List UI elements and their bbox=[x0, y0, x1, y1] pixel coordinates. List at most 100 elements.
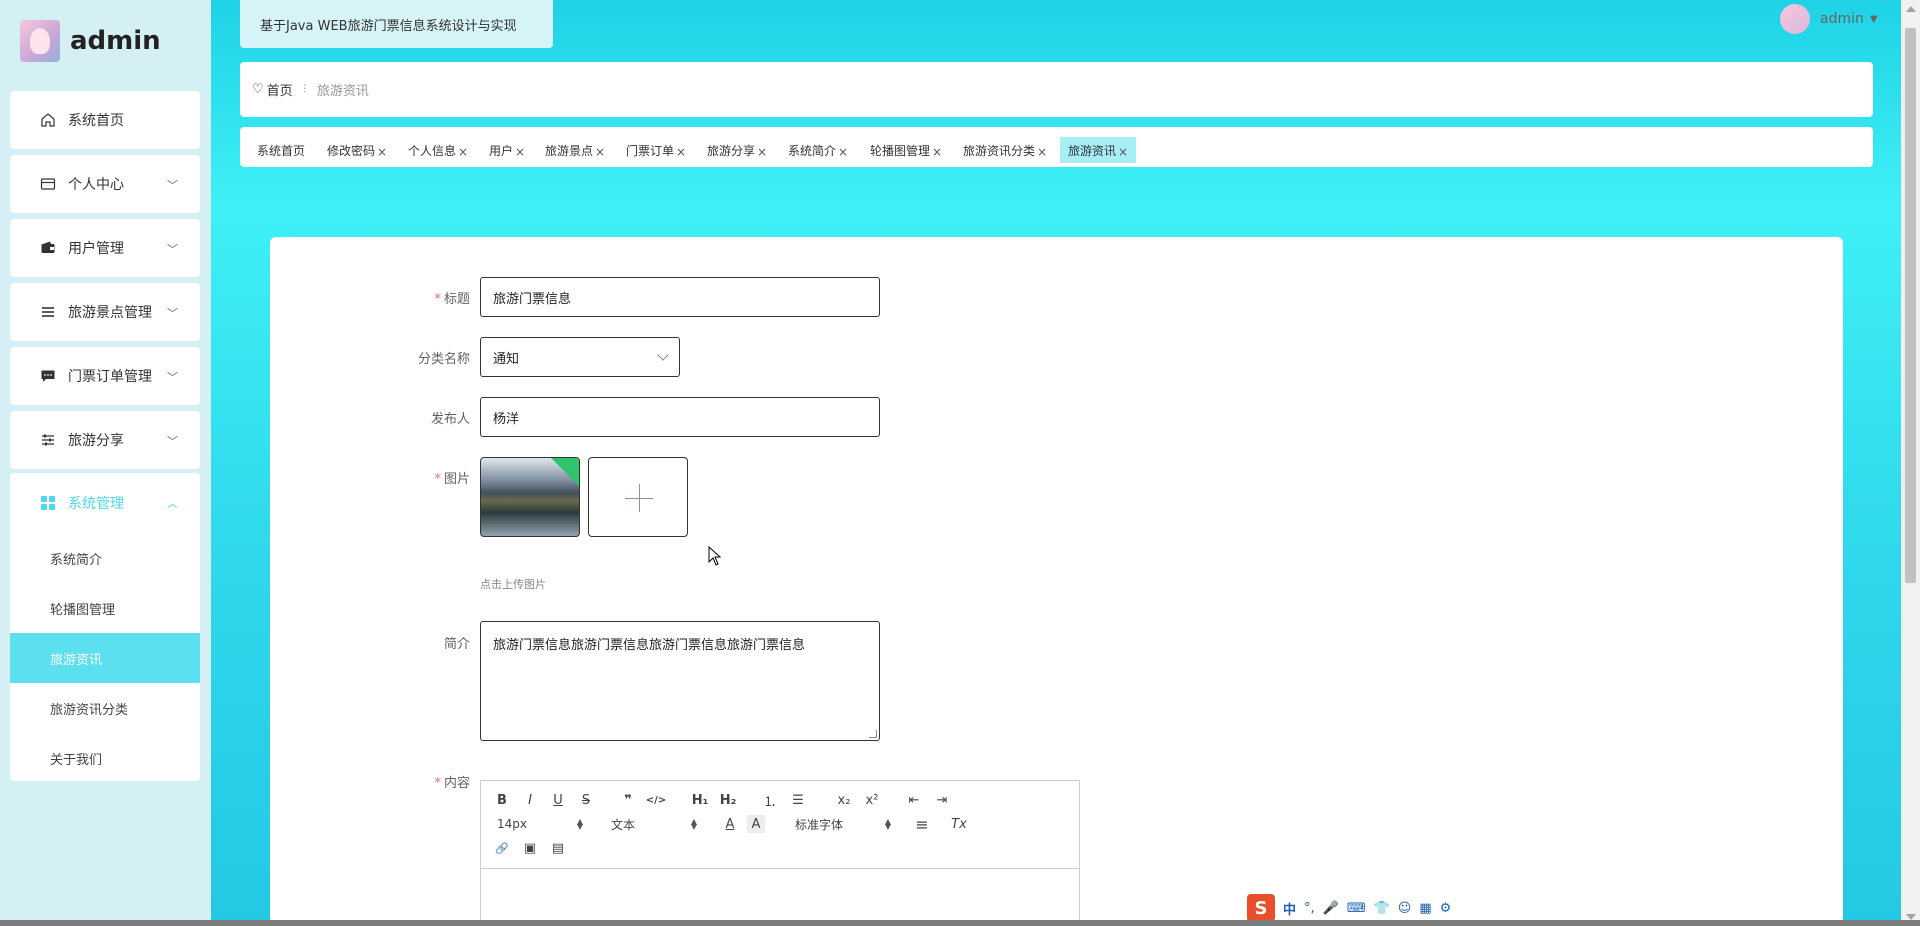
h2-button[interactable]: H₂ bbox=[717, 791, 739, 809]
user-menu[interactable]: admin ▼ bbox=[1780, 4, 1878, 34]
sidebar-subitem-intro[interactable]: 系统简介 bbox=[10, 533, 200, 583]
sidebar-subitem-news[interactable]: 旅游资讯 bbox=[10, 633, 200, 683]
text-style-select[interactable]: 文本 ▲ ▼ bbox=[611, 815, 697, 833]
tab-label: 门票订单 bbox=[626, 144, 675, 158]
breadcrumb-separator: ⁝ bbox=[302, 82, 307, 97]
scroll-up-icon[interactable] bbox=[1906, 6, 1916, 12]
tab-label: 轮播图管理 bbox=[870, 144, 931, 158]
tab-orders[interactable]: 门票订单 × bbox=[626, 137, 686, 163]
close-icon[interactable]: × bbox=[838, 145, 848, 159]
category-select[interactable]: 通知 bbox=[480, 337, 680, 377]
video-button[interactable]: ▤ bbox=[549, 839, 567, 857]
microphone-icon[interactable]: 🎤 bbox=[1323, 901, 1339, 916]
sidebar-item-personal[interactable]: 个人中心 ﹀ bbox=[10, 155, 200, 213]
bold-button[interactable]: B bbox=[493, 791, 511, 809]
grid-icon bbox=[40, 495, 56, 511]
sidebar-item-label: 个人中心 bbox=[68, 177, 124, 193]
text-style-value: 文本 bbox=[611, 817, 636, 832]
category-value: 通知 bbox=[493, 351, 520, 367]
sidebar-subitem-carousel[interactable]: 轮播图管理 bbox=[10, 583, 200, 633]
heart-icon: ♡ bbox=[252, 82, 264, 97]
close-icon[interactable]: × bbox=[515, 145, 525, 159]
list-icon bbox=[40, 304, 56, 320]
code-button[interactable]: </> bbox=[645, 791, 667, 809]
subscript-button[interactable]: x₂ bbox=[833, 791, 855, 809]
chevron-down-icon bbox=[657, 349, 669, 361]
superscript-button[interactable]: x² bbox=[861, 791, 883, 809]
close-icon[interactable]: × bbox=[458, 145, 468, 159]
uploaded-image-thumbnail[interactable] bbox=[480, 457, 580, 537]
sidebar-item-system[interactable]: 系统管理 ︿ bbox=[10, 473, 200, 533]
close-icon[interactable]: × bbox=[932, 145, 942, 159]
close-icon[interactable]: × bbox=[377, 145, 387, 159]
tab-user[interactable]: 用户 × bbox=[489, 137, 525, 163]
skin-icon[interactable]: 👕 bbox=[1374, 901, 1390, 916]
close-icon[interactable]: × bbox=[595, 145, 605, 159]
font-size-value: 14px bbox=[497, 817, 527, 831]
background-color-button[interactable]: A bbox=[747, 815, 765, 833]
close-icon[interactable]: × bbox=[1037, 145, 1047, 159]
tab-news[interactable]: 旅游资讯 × bbox=[1060, 137, 1137, 163]
strike-button[interactable]: S bbox=[577, 791, 595, 809]
breadcrumb: ♡ 首页 ⁝ 旅游资讯 bbox=[240, 62, 1873, 117]
title-input[interactable]: 旅游门票信息 bbox=[480, 277, 880, 317]
sidebar-item-orders[interactable]: 门票订单管理 ﹀ bbox=[10, 347, 200, 405]
sidebar-item-label: 门票订单管理 bbox=[68, 369, 152, 385]
font-color-button[interactable]: A bbox=[721, 815, 739, 833]
chat-icon bbox=[40, 368, 56, 384]
sidebar-item-spots[interactable]: 旅游景点管理 ﹀ bbox=[10, 283, 200, 341]
indent-button[interactable]: ⇥ bbox=[933, 791, 951, 809]
close-icon[interactable]: × bbox=[676, 145, 686, 159]
sogou-logo-icon[interactable]: S bbox=[1247, 894, 1275, 922]
breadcrumb-home[interactable]: ♡ 首页 bbox=[252, 80, 293, 99]
ime-language-toggle[interactable]: 中 bbox=[1283, 899, 1296, 918]
site-title: 基于Java WEB旅游门票信息系统设计与实现 bbox=[240, 0, 553, 48]
tab-home[interactable]: 系统首页 bbox=[257, 137, 305, 163]
tab-carousel[interactable]: 轮播图管理 × bbox=[870, 137, 942, 163]
tab-news-category[interactable]: 旅游资讯分类 × bbox=[963, 137, 1047, 163]
close-icon[interactable]: × bbox=[1118, 145, 1128, 159]
link-button[interactable]: 🔗 bbox=[493, 839, 511, 857]
tab-password[interactable]: 修改密码 × bbox=[327, 137, 387, 163]
updown-arrow-icon: ▲ ▼ bbox=[576, 817, 583, 831]
title-label: * 标题 bbox=[434, 292, 470, 307]
brand: admin bbox=[20, 20, 161, 62]
settings-gear-icon[interactable]: ⚙ bbox=[1440, 901, 1452, 916]
sidebar-subitem-about[interactable]: 关于我们 bbox=[10, 733, 200, 783]
italic-button[interactable]: I bbox=[521, 791, 539, 809]
align-button[interactable]: ≡ bbox=[913, 815, 931, 834]
underline-button[interactable]: U bbox=[549, 791, 567, 809]
keyboard-icon[interactable]: ⌨ bbox=[1347, 901, 1366, 916]
h1-button[interactable]: H₁ bbox=[689, 791, 711, 809]
tab-intro[interactable]: 系统简介 × bbox=[788, 137, 848, 163]
scrollbar[interactable] bbox=[1901, 0, 1920, 926]
apps-icon[interactable]: ▦ bbox=[1419, 901, 1431, 916]
robot-icon[interactable]: ☺ bbox=[1398, 901, 1412, 916]
clean-format-button[interactable]: Tx bbox=[949, 815, 969, 833]
sidebar: admin 系统首页 个人中心 ﹀ 用户管理 ﹀ 旅游景点管理 ﹀ 门票订单管理… bbox=[0, 0, 211, 926]
quote-button[interactable]: ❞ bbox=[617, 791, 639, 809]
outdent-button[interactable]: ⇤ bbox=[905, 791, 923, 809]
close-icon[interactable]: × bbox=[757, 145, 767, 159]
font-size-select[interactable]: 14px ▲ ▼ bbox=[497, 815, 583, 833]
chevron-down-icon: ﹀ bbox=[167, 371, 178, 384]
sidebar-item-home[interactable]: 系统首页 bbox=[10, 91, 200, 149]
sidebar-subitem-news-category[interactable]: 旅游资讯分类 bbox=[10, 683, 200, 733]
ime-punctuation-toggle[interactable]: °, bbox=[1304, 901, 1315, 916]
image-upload-button[interactable] bbox=[588, 457, 688, 537]
tab-share[interactable]: 旅游分享 × bbox=[707, 137, 767, 163]
publisher-input[interactable]: 杨洋 bbox=[480, 397, 880, 437]
chevron-down-icon: ﹀ bbox=[167, 307, 178, 320]
intro-textarea[interactable]: 旅游门票信息旅游门票信息旅游门票信息旅游门票信息 bbox=[480, 621, 880, 741]
sidebar-item-users[interactable]: 用户管理 ﹀ bbox=[10, 219, 200, 277]
font-family-select[interactable]: 标准字体 ▲ ▼ bbox=[795, 815, 891, 833]
sidebar-item-share[interactable]: 旅游分享 ﹀ bbox=[10, 411, 200, 469]
publisher-label: 发布人 bbox=[430, 412, 470, 427]
tab-spots[interactable]: 旅游景点 × bbox=[545, 137, 605, 163]
scrollbar-thumb[interactable] bbox=[1905, 28, 1916, 583]
image-button[interactable]: ▣ bbox=[521, 839, 539, 857]
resize-handle-icon[interactable] bbox=[869, 730, 877, 738]
ordered-list-button[interactable]: ⒈ bbox=[761, 791, 779, 810]
tab-profile[interactable]: 个人信息 × bbox=[408, 137, 468, 163]
bullet-list-button[interactable]: ☰ bbox=[789, 791, 807, 809]
